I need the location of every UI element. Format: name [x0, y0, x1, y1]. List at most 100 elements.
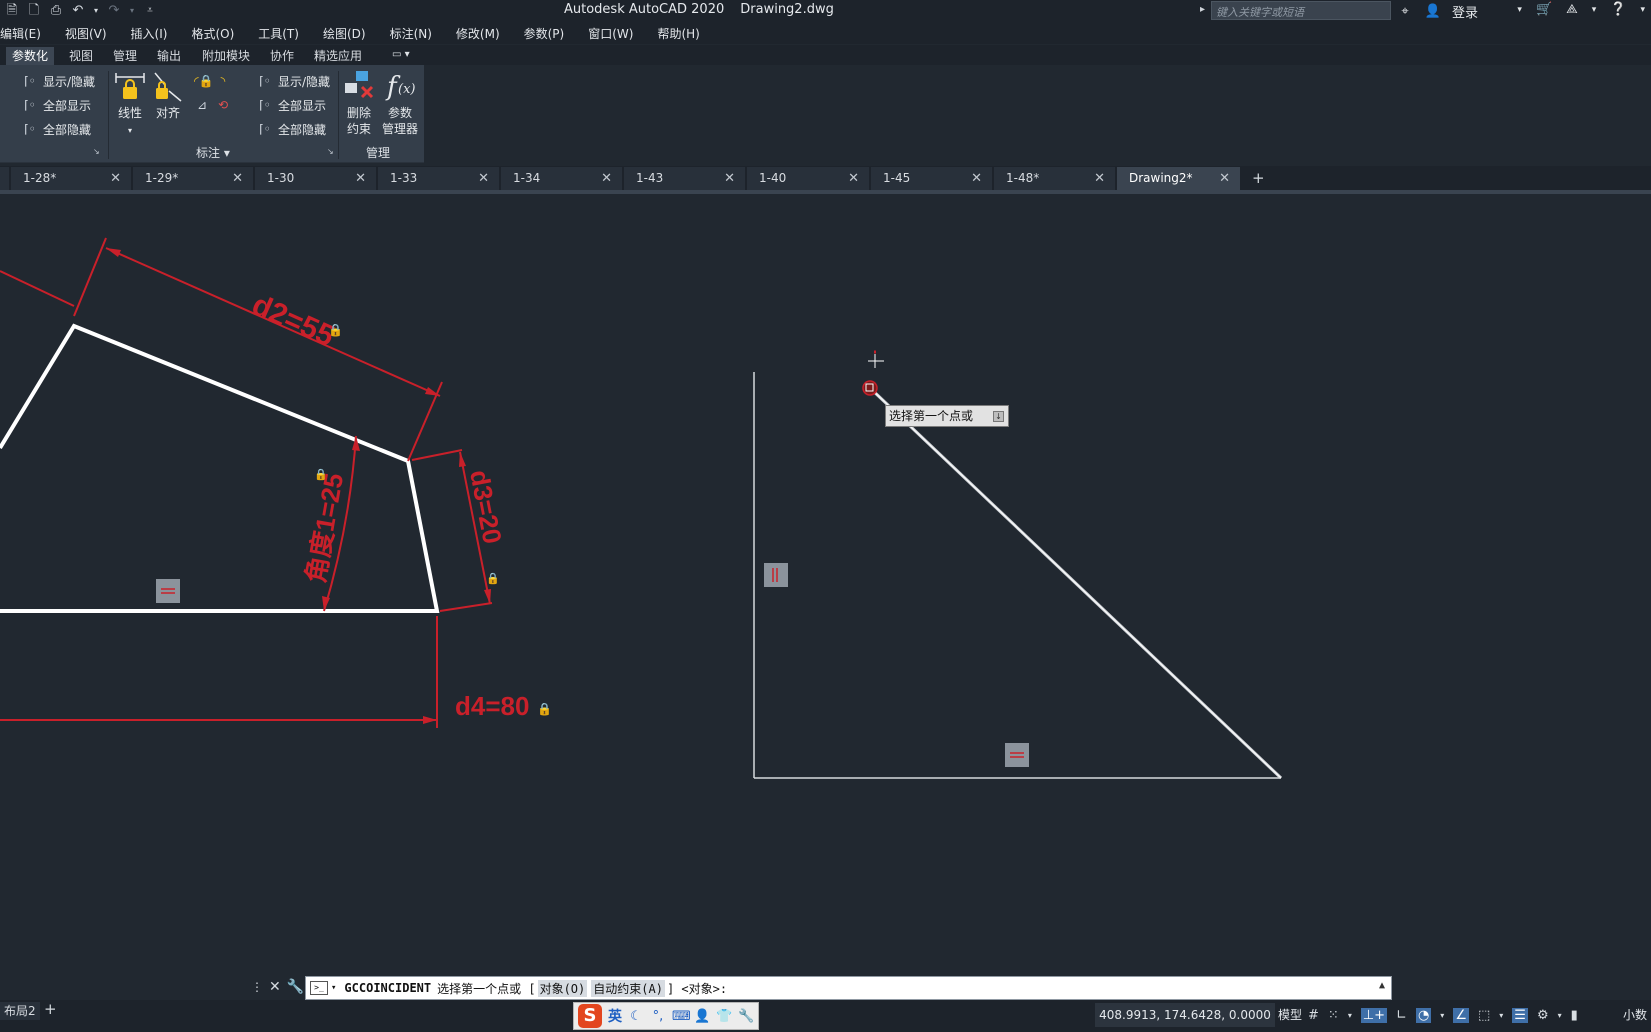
punctuation-icon[interactable]: °,: [650, 1009, 666, 1024]
geo-hide-all-button[interactable]: ⌈◦ 全部隐藏: [22, 119, 91, 139]
parameters-manager-button[interactable]: f (x) 参数 管理器: [378, 69, 422, 137]
tab-parametric[interactable]: 参数化: [6, 47, 55, 65]
new-tab-plus-icon[interactable]: +: [1252, 167, 1265, 189]
vertical-constraint-glyph[interactable]: [764, 563, 788, 587]
dimension-angle1[interactable]: 角度1=25 🔒: [300, 435, 360, 612]
dimension-angle-label[interactable]: 角度1=25: [300, 471, 349, 585]
option-auto-constrain[interactable]: 自动约束(A): [591, 979, 665, 997]
delete-constraints-button[interactable]: 删除 约束: [341, 69, 377, 137]
osnap-dropdown-icon[interactable]: ▾: [1499, 1011, 1503, 1020]
snap-dropdown-icon[interactable]: ▾: [1348, 1011, 1352, 1020]
ribbon-minimize-icon[interactable]: ▭ ▾: [392, 49, 418, 61]
grip-icon[interactable]: ⋮: [251, 980, 263, 994]
menu-window[interactable]: 窗口(W): [576, 25, 645, 42]
a360-icon[interactable]: ⟁: [1566, 2, 1578, 17]
close-icon[interactable]: ✕: [110, 167, 121, 190]
tab-featured-apps[interactable]: 精选应用: [308, 47, 368, 65]
dimension-d2[interactable]: d2=55 🔒: [0, 237, 443, 462]
close-icon[interactable]: ✕: [971, 167, 982, 190]
wrench-icon[interactable]: 🔧: [287, 979, 304, 995]
dimension-d3-label[interactable]: d3=20: [464, 467, 508, 546]
dimension-d4[interactable]: d4=80 🔒: [0, 616, 552, 728]
customize-status-icon[interactable]: ▮: [1571, 1008, 1578, 1023]
recent-commands-dropdown-icon[interactable]: ▾: [331, 983, 336, 993]
model-space-button[interactable]: 模型: [1278, 1003, 1302, 1027]
units-decimal[interactable]: 小数: [1623, 1003, 1647, 1027]
profile-polyline[interactable]: [0, 323, 440, 613]
left-profile-geometry[interactable]: [0, 323, 440, 613]
snap-icon[interactable]: ⁙: [1328, 1008, 1339, 1023]
radius-lock-icon[interactable]: ◝: [215, 73, 231, 89]
menu-tools[interactable]: 工具(T): [246, 25, 311, 42]
close-icon[interactable]: ✕: [724, 167, 735, 190]
file-tab-overflow[interactable]: [0, 167, 10, 190]
cart-icon[interactable]: 🛒: [1536, 2, 1552, 17]
dim-show-all-button[interactable]: ⌈◦ 全部显示: [257, 95, 326, 115]
close-icon[interactable]: ✕: [355, 167, 366, 190]
dimension-d4-label[interactable]: d4=80: [455, 691, 529, 721]
close-icon[interactable]: ✕: [848, 167, 859, 190]
dim-hide-all-button[interactable]: ⌈◦ 全部隐藏: [257, 119, 326, 139]
menu-parametric[interactable]: 参数(P): [512, 25, 577, 42]
menu-view[interactable]: 视图(V): [53, 25, 119, 42]
menu-dimension[interactable]: 标注(N): [378, 25, 444, 42]
keyboard-icon[interactable]: ⌨: [672, 1009, 691, 1024]
save-as-icon[interactable]: 🗎: [4, 3, 20, 19]
dim-show-hide-button[interactable]: ⌈◦ 显示/隐藏: [257, 71, 330, 91]
linear-button[interactable]: 线性 ▾: [112, 69, 148, 139]
binoculars-icon[interactable]: ⌖: [1396, 4, 1414, 19]
horizontal-constraint-glyph[interactable]: [1005, 743, 1029, 767]
panel-title-dimension[interactable]: 标注 ▾: [196, 144, 230, 161]
tab-manage[interactable]: 管理: [107, 47, 143, 65]
undo-icon[interactable]: ↶: [70, 3, 86, 19]
undo-dropdown-icon[interactable]: ▾: [92, 3, 100, 19]
file-tab[interactable]: 1-33 ✕: [378, 167, 500, 190]
customize-qat-icon[interactable]: ⩡: [142, 3, 158, 19]
command-history-icon[interactable]: ▲: [1379, 980, 1385, 991]
lineweight-icon[interactable]: ☰: [1512, 1007, 1528, 1023]
menu-modify[interactable]: 修改(M): [444, 25, 512, 42]
tools-wrench-icon[interactable]: 🔧: [738, 1009, 754, 1024]
drawing-area[interactable]: d2=55 🔒 角度1=25 🔒 d3=20 🔒 d4=80 🔒 选择第一个点或…: [0, 194, 1651, 974]
dimension-d2-label[interactable]: d2=55: [247, 288, 339, 353]
skin-shirt-icon[interactable]: 👕: [716, 1009, 732, 1024]
sogou-logo-icon[interactable]: S: [578, 1004, 602, 1028]
file-tab[interactable]: 1-30 ✕: [255, 167, 377, 190]
menu-draw[interactable]: 绘图(D): [311, 25, 378, 42]
close-icon[interactable]: ✕: [601, 167, 612, 190]
redo-dropdown-icon[interactable]: ▾: [128, 3, 136, 19]
file-tab[interactable]: 1-28* ✕: [11, 167, 132, 190]
menu-insert[interactable]: 插入(I): [119, 25, 180, 42]
geo-show-hide-button[interactable]: ⌈◦ 显示/隐藏: [22, 71, 95, 91]
login-button[interactable]: 登录: [1452, 2, 1478, 21]
menu-format[interactable]: 格式(O): [179, 25, 246, 42]
add-layout-plus-icon[interactable]: +: [44, 1000, 57, 1018]
dimension-d3[interactable]: d3=20 🔒: [411, 449, 508, 612]
linear-dropdown-icon[interactable]: ▾: [128, 126, 132, 135]
user-icon[interactable]: 👤: [1424, 4, 1442, 19]
file-tab-active[interactable]: Drawing2* ✕: [1117, 167, 1241, 190]
coordinates-readout[interactable]: 408.9913, 174.6428, 0.0000: [1095, 1003, 1275, 1027]
close-icon[interactable]: ✕: [1094, 167, 1105, 190]
menu-help[interactable]: 帮助(H): [645, 25, 711, 42]
tab-addins[interactable]: 附加模块: [196, 47, 256, 65]
redo-icon[interactable]: ↷: [106, 3, 122, 19]
object-snap-icon[interactable]: ⬚: [1478, 1008, 1490, 1023]
command-line-input[interactable]: >_ ▾ GCCOINCIDENT 选择第一个点或 [ 对象(O) 自动约束(A…: [305, 976, 1392, 1000]
help-icon[interactable]: ❔: [1610, 2, 1626, 17]
infer-constraints-icon[interactable]: ⊥+: [1360, 1007, 1388, 1023]
voice-user-icon[interactable]: 👤: [694, 1009, 710, 1024]
ime-language[interactable]: 英: [608, 1006, 622, 1026]
geo-show-all-button[interactable]: ⌈◦ 全部显示: [22, 95, 91, 115]
file-tab[interactable]: 1-48* ✕: [994, 167, 1116, 190]
close-icon[interactable]: ✕: [232, 167, 243, 190]
polar-dropdown-icon[interactable]: ▾: [1440, 1011, 1444, 1020]
option-object[interactable]: 对象(O): [537, 979, 588, 997]
right-triangle-geometry[interactable]: [753, 372, 1283, 780]
tab-collaborate[interactable]: 协作: [264, 47, 300, 65]
file-tab[interactable]: 1-29* ✕: [133, 167, 254, 190]
moon-icon[interactable]: ☾: [628, 1009, 644, 1024]
close-icon[interactable]: ✕: [269, 979, 281, 995]
search-input[interactable]: 键入关键字或短语: [1211, 1, 1391, 20]
aligned-button[interactable]: 对齐: [150, 69, 186, 121]
